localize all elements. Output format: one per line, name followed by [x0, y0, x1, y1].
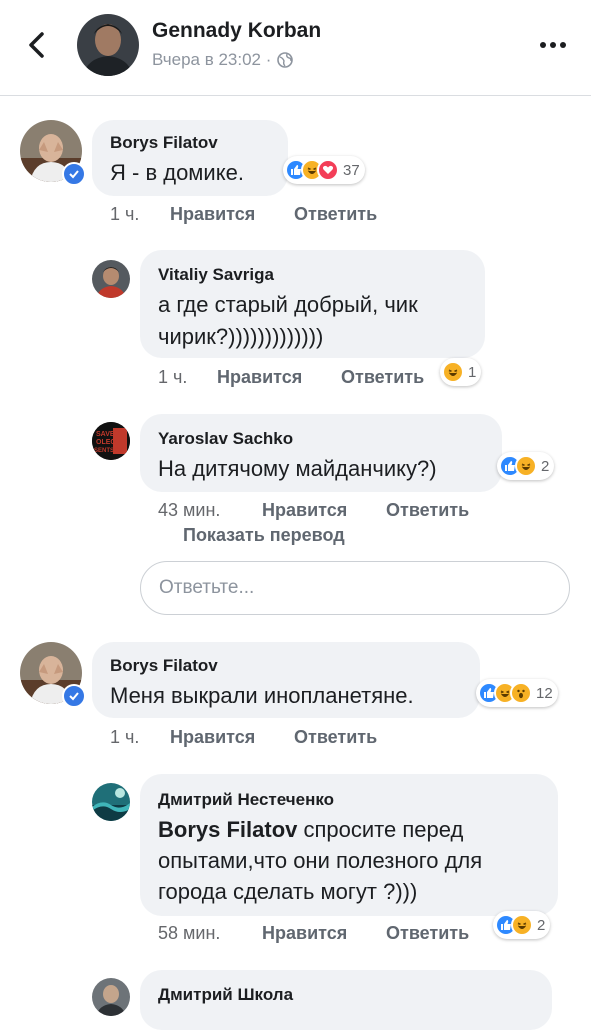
mention-link[interactable]: Borys Filatov: [158, 817, 297, 842]
avatar-text: SENTSOV: [94, 448, 123, 454]
comment-text-line: чирик?))))))))))))): [158, 324, 324, 349]
comment-author[interactable]: Vitaliy Savriga: [158, 265, 274, 285]
commenter-avatar[interactable]: [92, 783, 130, 821]
comment-text: Меня выкрали инопланетяне.: [110, 683, 414, 708]
reaction-count: 37: [343, 161, 360, 179]
commenter-avatar[interactable]: SAVE OLEG SENTSOV: [92, 422, 130, 460]
like-button[interactable]: Нравится: [217, 367, 302, 388]
commenter-avatar[interactable]: [92, 978, 130, 1016]
comment-text-line: Borys Filatov спросите перед: [158, 815, 463, 845]
verified-badge-icon: [62, 162, 86, 186]
haha-reaction-icon: [511, 914, 533, 936]
comment-text: Я - в домике.: [110, 160, 244, 185]
reaction-summary[interactable]: 2: [493, 911, 551, 939]
comment-author[interactable]: Yaroslav Sachko: [158, 429, 293, 449]
reply-button[interactable]: Ответить: [341, 367, 424, 388]
reaction-summary[interactable]: 2: [497, 452, 555, 480]
like-button[interactable]: Нравится: [170, 727, 255, 748]
reply-button[interactable]: Ответить: [294, 727, 377, 748]
comment-author[interactable]: Дмитрий Школа: [158, 985, 293, 1005]
post-timestamp[interactable]: Вчера в 23:02 ·: [152, 50, 294, 70]
comment-author[interactable]: Дмитрий Нестеченко: [158, 790, 334, 810]
verified-badge-icon: [62, 684, 86, 708]
comment-time[interactable]: 1 ч.: [110, 727, 139, 748]
comment-time[interactable]: 43 мин.: [158, 500, 220, 521]
post-author-name[interactable]: Gennady Korban: [152, 19, 321, 43]
comment-author[interactable]: Borys Filatov: [110, 133, 218, 153]
like-button[interactable]: Нравится: [262, 923, 347, 944]
reaction-count: 2: [537, 916, 546, 934]
avatar-text: SAVE: [96, 431, 115, 438]
reaction-count: 2: [541, 457, 550, 475]
comment-text-line: города сделать могут ?))): [158, 879, 418, 904]
reaction-count: 1: [468, 363, 477, 381]
haha-reaction-icon: [442, 361, 464, 383]
show-translation-link[interactable]: Показать перевод: [183, 525, 345, 546]
reply-input[interactable]: [140, 561, 570, 615]
post-header: Gennady Korban Вчера в 23:02 ·: [0, 0, 591, 96]
comment-text-fragment: спросите перед: [297, 817, 464, 842]
comment-text: На дитячому майданчику?): [158, 456, 437, 481]
globe-icon: [277, 52, 294, 68]
comment-time[interactable]: 1 ч.: [110, 204, 139, 225]
haha-reaction-icon: [515, 455, 537, 477]
comment-time[interactable]: 58 мин.: [158, 923, 220, 944]
reaction-summary[interactable]: 37: [283, 156, 365, 184]
reaction-summary[interactable]: 1: [440, 358, 482, 386]
more-icon[interactable]: [538, 38, 568, 52]
reply-button[interactable]: Ответить: [386, 500, 469, 521]
like-button[interactable]: Нравится: [170, 204, 255, 225]
reaction-summary[interactable]: 12: [476, 679, 558, 707]
commenter-avatar[interactable]: [92, 260, 130, 298]
post-author-avatar[interactable]: [77, 14, 139, 76]
comment-author[interactable]: Borys Filatov: [110, 656, 218, 676]
comment-text-line: опытами,что они полезного для: [158, 848, 483, 873]
reply-button[interactable]: Ответить: [294, 204, 377, 225]
comment-time[interactable]: 1 ч.: [158, 367, 187, 388]
love-reaction-icon: [317, 159, 339, 181]
avatar-text: OLEG: [96, 439, 116, 446]
like-button[interactable]: Нравится: [262, 500, 347, 521]
reaction-count: 12: [536, 684, 553, 702]
post-time-text: Вчера в 23:02 ·: [152, 50, 272, 69]
reply-button[interactable]: Ответить: [386, 923, 469, 944]
back-arrow-icon[interactable]: [22, 30, 52, 60]
wow-reaction-icon: [510, 682, 532, 704]
comment-text-line: а где старый добрый, чик: [158, 292, 418, 317]
